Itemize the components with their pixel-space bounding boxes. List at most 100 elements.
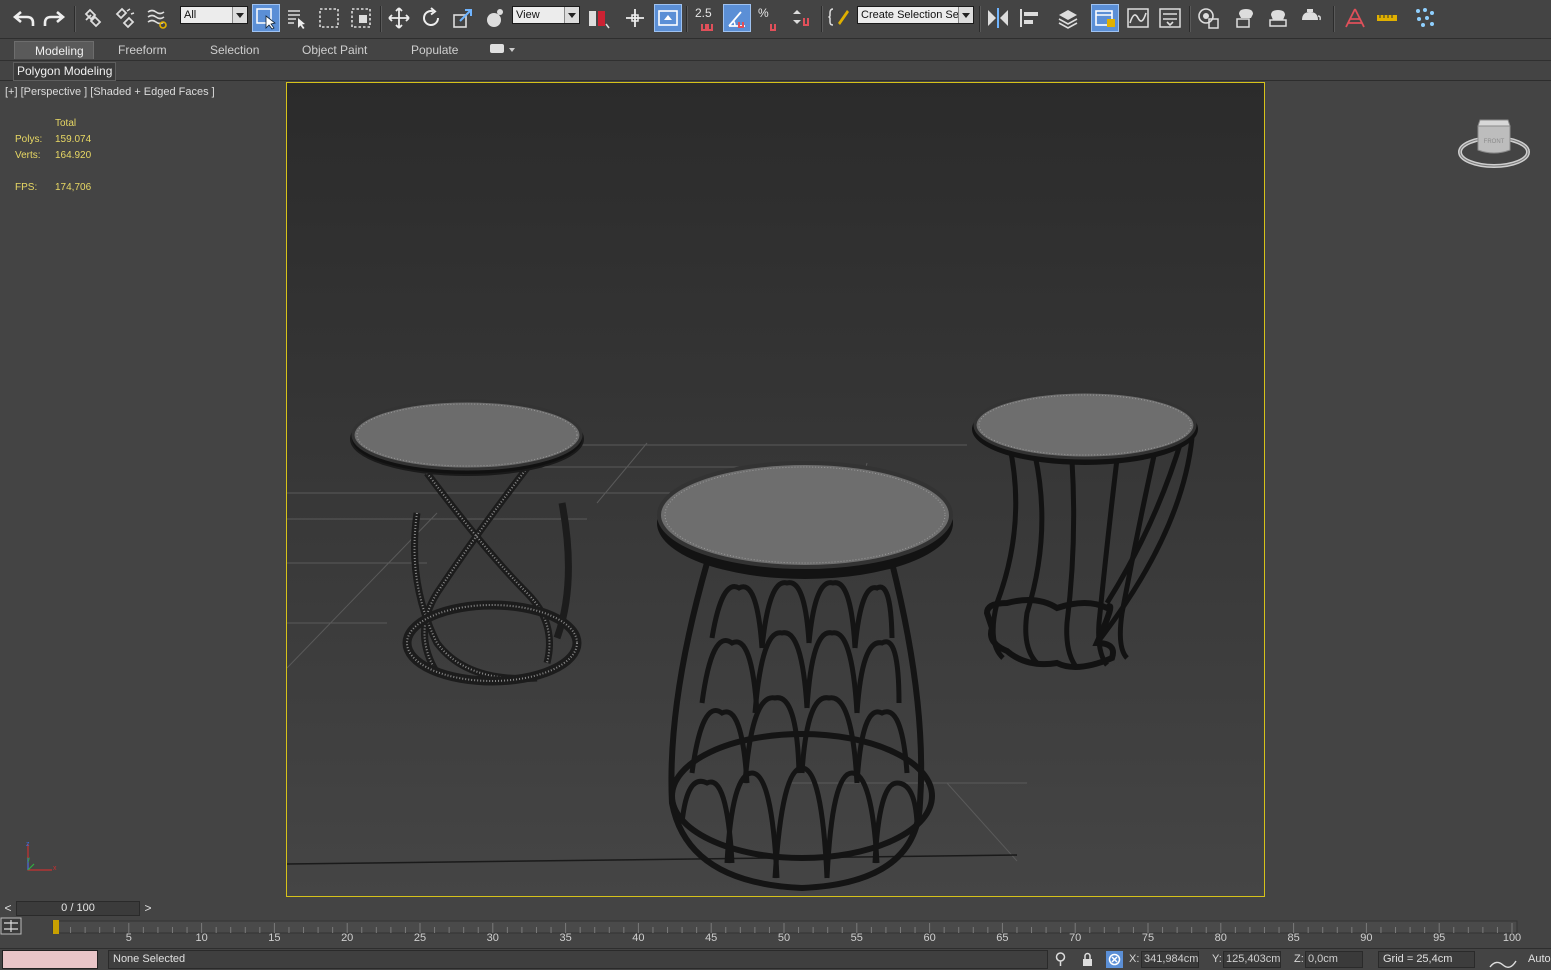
right-viewport-area: FRONT — [1266, 82, 1551, 899]
time-slider: < 0 / 100 > — [0, 900, 1551, 917]
rect-region-icon[interactable] — [315, 4, 343, 32]
auto-key-button[interactable]: Auto — [1528, 953, 1551, 965]
grid-size-display: Grid = 25,4cm — [1378, 951, 1475, 968]
window-crossing-icon[interactable] — [347, 4, 375, 32]
frame-label: 35 — [559, 932, 572, 944]
ribbon-tabs: Modeling Freeform Selection Object Paint… — [0, 39, 1551, 61]
absolute-mode-icon[interactable] — [1106, 951, 1123, 968]
particle-icon[interactable] — [1411, 4, 1439, 32]
frame-label: 25 — [413, 932, 427, 944]
move-icon[interactable] — [385, 4, 413, 32]
frame-label: 85 — [1287, 932, 1300, 944]
place-icon[interactable] — [481, 4, 509, 32]
prev-frame-button[interactable]: < — [1, 901, 15, 916]
curve-editor-icon[interactable] — [1124, 4, 1152, 32]
material-editor-icon[interactable] — [1194, 4, 1222, 32]
perspective-viewport[interactable] — [286, 82, 1265, 897]
tab-populate[interactable]: Populate — [405, 41, 464, 59]
verts-value: 164.920 — [55, 150, 92, 161]
frame-label: 95 — [1433, 932, 1446, 944]
verts-label: Verts: — [15, 150, 41, 161]
scene-explorer-icon[interactable] — [1091, 4, 1119, 32]
scale-icon[interactable] — [449, 4, 477, 32]
frame-label: 80 — [1214, 932, 1227, 944]
z-coordinate-field[interactable]: 0,0cm — [1305, 951, 1363, 968]
align-icon[interactable] — [1016, 4, 1044, 32]
frame-label: 45 — [705, 932, 718, 944]
ribbon-panel-bar: Polygon Modeling — [0, 61, 1551, 81]
named-selection-value: Create Selection Se — [861, 9, 959, 21]
viewport-label[interactable]: [+] [Perspective ] [Shaded + Edged Faces… — [5, 86, 215, 98]
polys-value: 159.074 — [55, 134, 92, 145]
civil-view-icon[interactable] — [1341, 4, 1369, 32]
chevron-down-icon[interactable] — [509, 48, 515, 52]
frame-display: 0 / 100 — [61, 902, 95, 914]
y-coordinate-field[interactable]: 125,403cm — [1223, 951, 1281, 968]
spinner-snap-icon[interactable] — [788, 4, 816, 32]
bind-space-warp-icon[interactable] — [143, 4, 171, 32]
measure-icon[interactable] — [1373, 4, 1401, 32]
frame-label: 65 — [996, 932, 1009, 944]
lock-icon[interactable] — [1080, 952, 1095, 967]
select-by-name-icon[interactable] — [283, 4, 311, 32]
pivot-center-icon[interactable] — [584, 4, 612, 32]
main-toolbar: All View 2.5 % Create Selection Se — [0, 0, 1551, 39]
frame-label: 100 — [1502, 932, 1522, 944]
undo-icon[interactable] — [10, 4, 38, 32]
angle-snap-icon[interactable] — [723, 4, 751, 32]
status-bar: None Selected X: 341,984cm Y: 125,403cm … — [0, 948, 1551, 970]
track-ruler — [52, 920, 1518, 934]
frame-label: 70 — [1069, 932, 1082, 944]
keyboard-shortcut-override-icon[interactable] — [654, 4, 682, 32]
render-icon[interactable] — [1296, 4, 1324, 32]
manipulate-icon[interactable] — [621, 4, 649, 32]
tab-selection[interactable]: Selection — [204, 41, 265, 59]
world-x-axis — [287, 854, 1018, 865]
named-selection-dropdown[interactable]: Create Selection Se — [857, 6, 974, 24]
polygon-modeling-button[interactable]: Polygon Modeling — [13, 62, 117, 81]
select-object-icon[interactable] — [252, 4, 280, 32]
schematic-view-icon[interactable] — [1156, 4, 1184, 32]
side-table-curved-legs[interactable] — [972, 390, 1198, 670]
reference-coord-dropdown[interactable]: View — [512, 6, 580, 24]
unlink-icon[interactable] — [111, 4, 139, 32]
frame-label: 5 — [125, 932, 132, 944]
side-table-scallop[interactable] — [657, 461, 953, 892]
snap-toggle-icon[interactable] — [692, 8, 720, 36]
next-frame-button[interactable]: > — [141, 901, 155, 916]
render-frame-icon[interactable] — [1264, 4, 1292, 32]
isolate-selection-icon[interactable] — [1053, 952, 1068, 967]
frame-label: 90 — [1360, 932, 1373, 944]
mirror-icon[interactable] — [984, 4, 1012, 32]
ribbon-options-icon[interactable] — [490, 44, 504, 53]
stats-header: Total — [55, 118, 77, 129]
percent-snap-icon[interactable] — [757, 8, 785, 36]
svg-text:y: y — [27, 857, 30, 863]
x-coordinate-field[interactable]: 341,984cm — [1141, 951, 1199, 968]
fps-label: FPS: — [15, 182, 38, 193]
reference-coord-value: View — [516, 9, 540, 21]
tab-object-paint[interactable]: Object Paint — [296, 41, 373, 59]
side-table-twist[interactable] — [350, 399, 584, 686]
edit-named-selection-icon[interactable] — [826, 4, 854, 32]
frame-label: 75 — [1141, 932, 1155, 944]
viewcube-icon[interactable]: FRONT — [1266, 82, 1551, 202]
link-icon[interactable] — [79, 4, 107, 32]
maxscript-listener[interactable] — [2, 950, 98, 969]
polys-label: Polys: — [15, 134, 43, 145]
rotate-icon[interactable] — [417, 4, 445, 32]
tab-modeling[interactable]: Modeling — [14, 41, 94, 59]
selection-filter-dropdown[interactable]: All — [180, 6, 248, 24]
current-frame-marker[interactable] — [53, 920, 59, 934]
render-setup-icon[interactable] — [1232, 4, 1260, 32]
tab-freeform[interactable]: Freeform — [112, 41, 173, 59]
frame-label: 10 — [195, 932, 208, 944]
redo-icon[interactable] — [40, 4, 68, 32]
track-bar[interactable]: 5 10 15 20 25 30 35 40 45 50 55 60 65 70 75 80 85 90 95 100 — [0, 917, 1551, 947]
y-label: Y: — [1212, 953, 1222, 965]
fps-value: 174,706 — [55, 182, 92, 193]
frame-label: 30 — [486, 932, 499, 944]
layer-manager-icon[interactable] — [1054, 4, 1082, 32]
frame-label: 40 — [632, 932, 645, 944]
time-tag-icon[interactable] — [1488, 955, 1518, 969]
